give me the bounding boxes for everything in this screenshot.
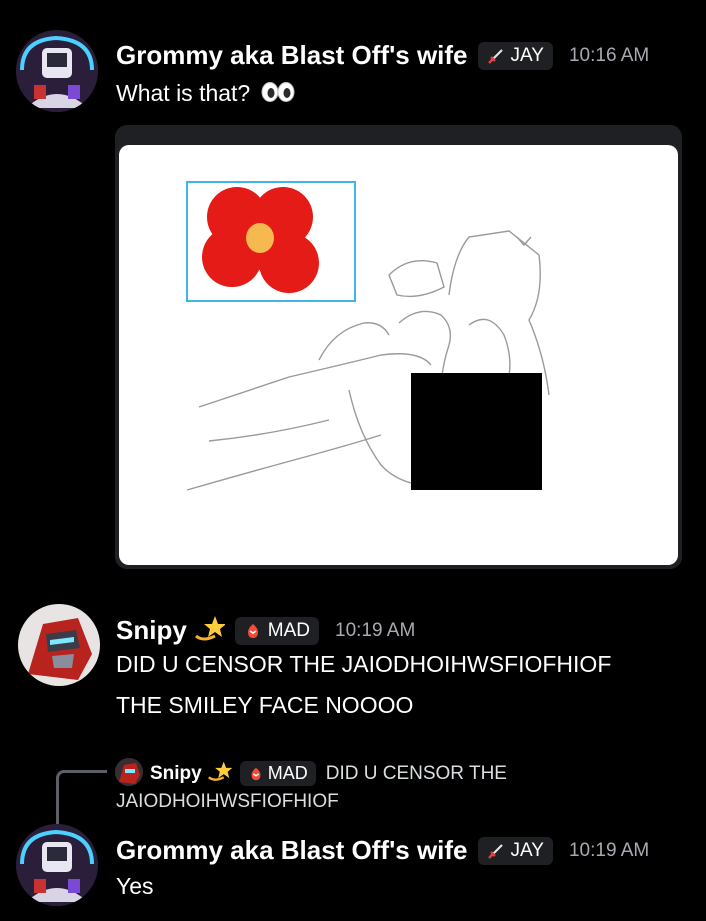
anger-icon (251, 767, 261, 780)
role-tag[interactable]: JAY (477, 41, 553, 70)
image-attachment[interactable] (115, 125, 682, 569)
reply-text-line-2: JAIODHOIHWSFIOFHIOF (116, 791, 339, 812)
reply-tag-label: MAD (267, 763, 308, 783)
avatar[interactable] (16, 824, 98, 906)
timestamp: 10:19 AM (568, 839, 650, 861)
flower-sticker (202, 187, 319, 293)
sketch-image (119, 145, 678, 565)
reply-role-tag: MAD (239, 761, 316, 786)
reply-username: Snipy (150, 762, 202, 784)
sword-icon (487, 843, 503, 859)
reply-text-line-1: DID U CENSOR THE (325, 762, 507, 784)
tag-label: JAY (510, 839, 544, 861)
timestamp: 10:16 AM (568, 44, 650, 66)
username[interactable]: Grommy aka Blast Off's wife (116, 835, 468, 866)
message-text: What is that? (116, 80, 251, 106)
tag-label: JAY (510, 44, 544, 66)
timestamp: 10:19 AM (335, 619, 416, 641)
dizzy-star-emoji (206, 760, 233, 787)
role-tag[interactable]: MAD (234, 616, 320, 645)
message-text-line-2: THE SMILEY FACE NOOOO (116, 692, 414, 718)
message-text: Yes (116, 873, 154, 899)
sword-icon (487, 48, 503, 64)
reply-connector (56, 770, 107, 825)
message-text-line-1: DID U CENSOR THE JAIODHOIHWSFIOFHIOF (116, 651, 612, 677)
tag-label: MAD (267, 619, 311, 641)
avatar[interactable] (16, 30, 98, 112)
username[interactable]: Snipy (116, 615, 187, 646)
reply-preview[interactable]: Snipy MAD DID U CENSOR THE (150, 760, 507, 787)
role-tag[interactable]: JAY (477, 836, 553, 865)
eyes-emoji (261, 81, 295, 108)
dizzy-star-emoji (193, 614, 226, 647)
avatar[interactable] (18, 604, 100, 686)
reply-avatar[interactable] (115, 758, 143, 786)
anger-icon (247, 623, 258, 638)
censor-block (411, 373, 542, 490)
username[interactable]: Grommy aka Blast Off's wife (116, 40, 468, 71)
